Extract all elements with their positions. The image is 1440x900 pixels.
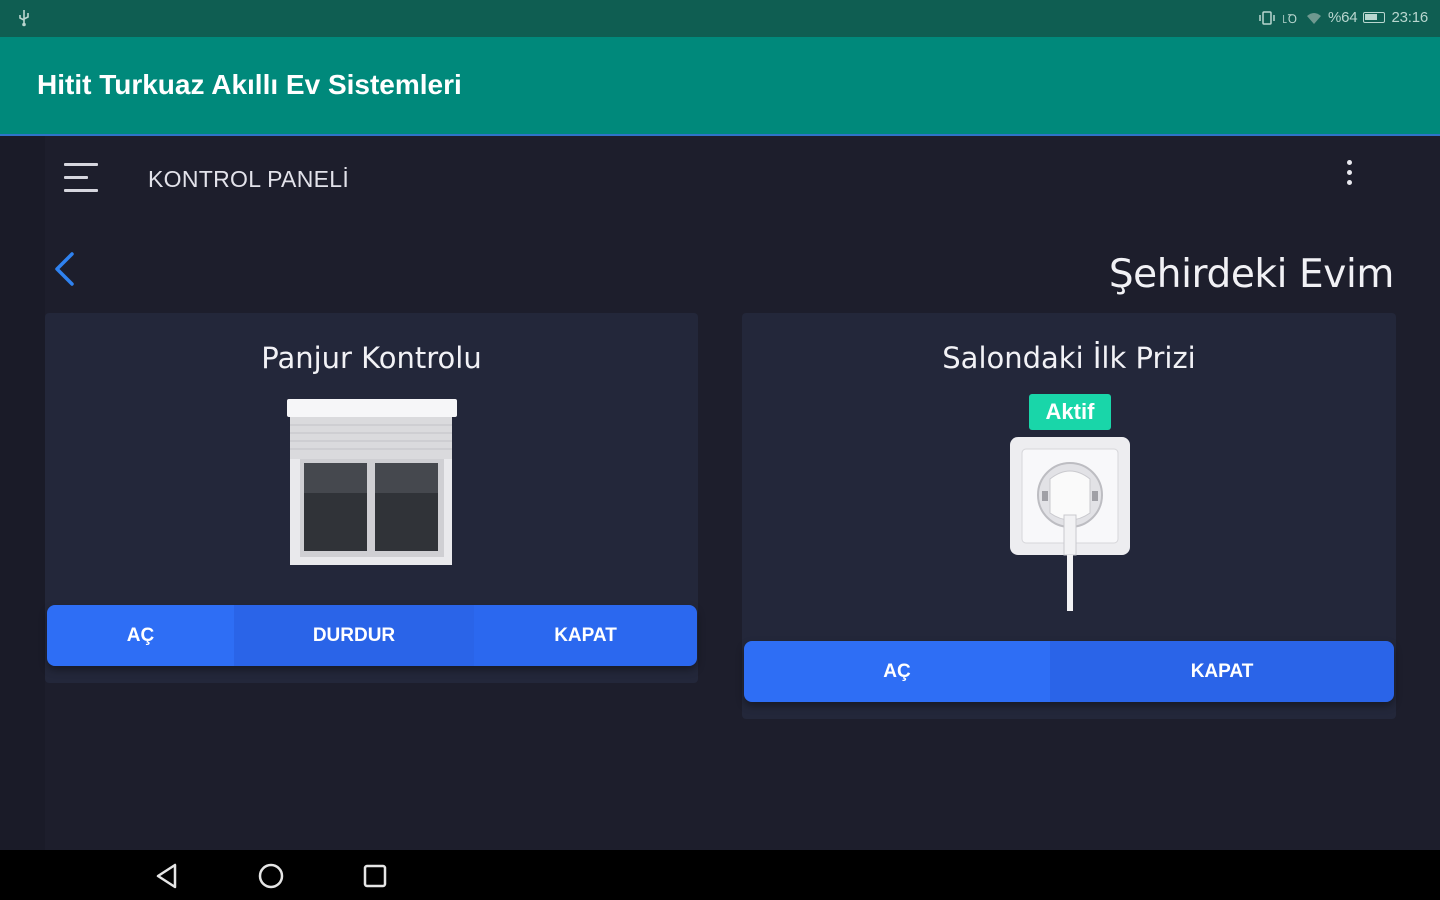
socket-on-button[interactable]: AÇ [744, 641, 1050, 702]
app-title: Hitit Turkuaz Akıllı Ev Sistemleri [37, 69, 462, 100]
control-panel: KONTROL PANELİ Şehirdeki Evim Panjur Kon… [0, 136, 1440, 850]
home-name: Şehirdeki Evim [1108, 252, 1395, 297]
card-title: Panjur Kontrolu [261, 341, 482, 375]
power-socket-icon [1010, 437, 1130, 611]
socket-off-button[interactable]: KAPAT [1050, 641, 1394, 702]
back-triangle-icon[interactable] [152, 861, 182, 891]
hamburger-menu-icon[interactable] [64, 163, 100, 195]
usb-icon [19, 10, 29, 27]
roller-shutter-icon [287, 399, 457, 565]
panel-title: KONTROL PANELİ [148, 166, 350, 192]
socket-control-card: Salondaki İlk Prizi Aktif AÇ KAPAT [742, 313, 1396, 719]
shutter-button-group: AÇ DURDUR KAPAT [47, 605, 697, 666]
shutter-open-button[interactable]: AÇ [47, 605, 234, 666]
clock: 23:16 [1391, 9, 1428, 26]
status-bar: ꜖Ꝺ %64 23:16 [0, 0, 1440, 37]
navigation-bar [0, 850, 1440, 900]
status-badge: Aktif [1029, 394, 1111, 430]
shutter-stop-button[interactable]: DURDUR [234, 605, 474, 666]
wifi-icon [1307, 12, 1322, 24]
shutter-close-button[interactable]: KAPAT [474, 605, 697, 666]
recents-square-icon[interactable] [360, 861, 390, 891]
chevron-left-icon[interactable] [48, 248, 82, 290]
card-title: Salondaki İlk Prizi [942, 341, 1196, 375]
left-edge-shade [0, 136, 45, 850]
home-circle-icon[interactable] [256, 861, 286, 891]
svg-text:꜖Ꝺ: ꜖Ꝺ [1282, 12, 1297, 25]
shutter-control-card: Panjur Kontrolu AÇ DURDUR KAPAT [45, 313, 698, 683]
dolby-icon: ꜖Ꝺ [1282, 12, 1297, 25]
status-icons: ꜖Ꝺ %64 23:16 [1258, 9, 1428, 26]
battery-percent: %64 [1328, 9, 1358, 26]
app-bar: Hitit Turkuaz Akıllı Ev Sistemleri [0, 37, 1440, 134]
vibrate-icon [1259, 10, 1275, 25]
socket-button-group: AÇ KAPAT [744, 641, 1394, 702]
battery-icon [1363, 12, 1386, 23]
more-vertical-icon[interactable] [1340, 158, 1360, 188]
